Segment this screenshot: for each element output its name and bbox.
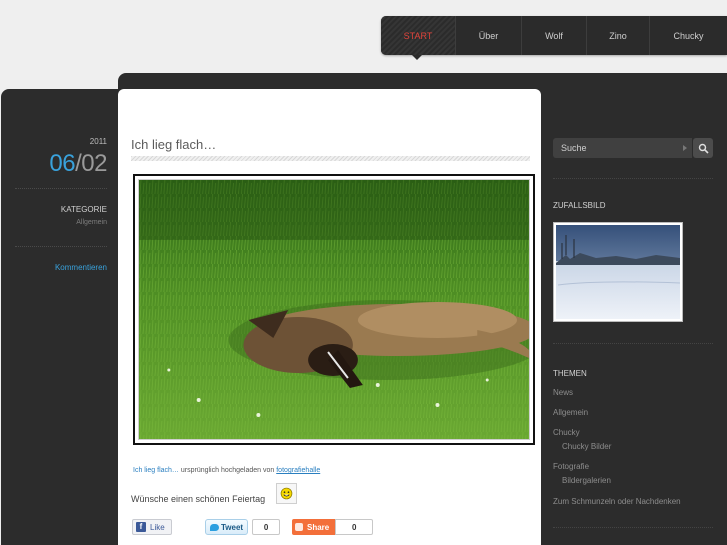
- share-count: 0: [335, 519, 374, 535]
- nav-item-start[interactable]: START: [381, 16, 455, 55]
- caption-title-link[interactable]: Ich lieg flach…: [133, 467, 179, 474]
- tweet-count: 0: [252, 519, 281, 535]
- theme-link-bildergalerien[interactable]: Bildergalerien: [562, 476, 611, 485]
- facebook-icon: f: [136, 522, 146, 532]
- post-day: 06: [49, 150, 76, 177]
- twitter-bird-icon: [210, 523, 219, 531]
- theme-link-chucky[interactable]: Chucky: [553, 428, 580, 437]
- theme-link-allgemein[interactable]: Allgemein: [553, 408, 588, 417]
- title-divider: [131, 156, 530, 161]
- tweet-widget: Tweet 0: [205, 519, 281, 535]
- post-title[interactable]: Ich lieg flach…: [131, 137, 216, 152]
- main-navigation: START Über Wolf Zino Chucky: [381, 16, 727, 55]
- meta-divider: [15, 188, 107, 189]
- post-month: 02: [81, 150, 107, 177]
- share-widget: Share 0: [292, 519, 374, 535]
- meta-divider: [15, 246, 107, 247]
- theme-link-chucky-bilder[interactable]: Chucky Bilder: [562, 442, 611, 451]
- nav-item-chucky[interactable]: Chucky: [649, 16, 727, 55]
- comment-link[interactable]: Kommentieren: [0, 263, 107, 272]
- image-caption: Ich lieg flach… ursprünglich hochgeladen…: [133, 467, 320, 474]
- post-image[interactable]: [138, 179, 530, 440]
- post-year: 2011: [89, 137, 107, 146]
- nav-item-zino[interactable]: Zino: [586, 16, 649, 55]
- post-image-frame: [133, 174, 535, 445]
- random-image-heading: ZUFALLSBILD: [553, 201, 606, 210]
- theme-link-fotografie[interactable]: Fotografie: [553, 462, 589, 471]
- share-label: Share: [307, 522, 330, 532]
- nav-item-ueber[interactable]: Über: [455, 16, 521, 55]
- caption-text: ursprünglich hochgeladen von: [180, 467, 275, 474]
- share-icon: [295, 523, 303, 531]
- nav-item-wolf[interactable]: Wolf: [521, 16, 586, 55]
- post-date: 06/02: [49, 150, 107, 177]
- category-heading: KATEGORIE: [60, 205, 107, 214]
- random-image[interactable]: [556, 225, 680, 319]
- search-arrow-icon: [683, 145, 687, 151]
- search-button[interactable]: [693, 138, 713, 158]
- theme-link-news[interactable]: News: [553, 388, 573, 397]
- caption-author-link[interactable]: fotografiehalle: [276, 467, 320, 474]
- themes-heading: THEMEN: [553, 369, 587, 378]
- sidebar-divider: [553, 527, 713, 528]
- tweet-label: Tweet: [221, 522, 244, 532]
- facebook-like-button[interactable]: f Like: [132, 519, 172, 535]
- sidebar-divider: [553, 343, 713, 344]
- sidebar-divider: [553, 178, 713, 179]
- random-image-frame: [553, 222, 683, 322]
- share-button[interactable]: Share: [292, 519, 336, 535]
- category-link[interactable]: Allgemein: [0, 219, 107, 226]
- tweet-button[interactable]: Tweet: [205, 519, 249, 535]
- search-input[interactable]: [553, 138, 692, 158]
- active-nav-pointer-icon: [412, 55, 422, 60]
- smiley-icon: [276, 483, 297, 504]
- post-body-text: Wünsche einen schönen Feiertag: [131, 494, 266, 504]
- facebook-like-label: Like: [150, 522, 165, 532]
- theme-link-schmunzeln[interactable]: Zum Schmunzeln oder Nachdenken: [553, 497, 681, 506]
- search-icon: [698, 143, 709, 154]
